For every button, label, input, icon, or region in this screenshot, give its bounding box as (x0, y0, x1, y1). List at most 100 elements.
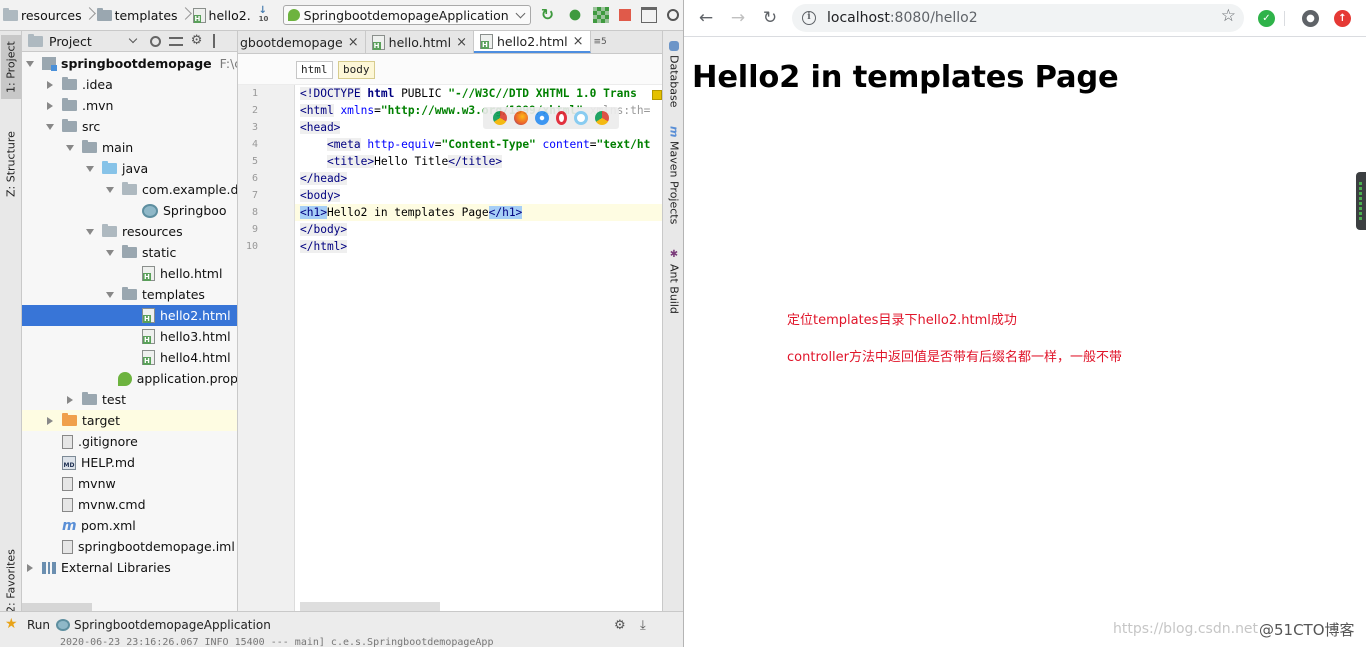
expand-arrow-icon[interactable] (86, 165, 94, 172)
tree-item[interactable]: com.example.de (22, 179, 237, 200)
tree-item[interactable]: target (22, 410, 237, 431)
tab-overflow-menu[interactable]: ≡ 5 (591, 31, 611, 53)
extension-shield-icon[interactable]: ✓ (1258, 10, 1275, 27)
tree-item[interactable]: resources (22, 221, 237, 242)
opera-icon[interactable] (556, 111, 568, 125)
close-icon[interactable]: × (348, 35, 359, 50)
stop-icon[interactable] (618, 9, 631, 21)
tree-item[interactable]: External Libraries (22, 557, 237, 578)
firefox-icon[interactable] (513, 111, 528, 125)
collapse-all-icon[interactable] (168, 36, 183, 46)
expand-arrow-icon[interactable] (66, 144, 74, 151)
tree-item[interactable]: hello4.html (22, 347, 237, 368)
tab-springbootdemopage[interactable]: gbootdemopage × (238, 31, 366, 53)
breadcrumb-templates[interactable]: templates (94, 0, 181, 31)
project-panel-title[interactable]: Project (49, 34, 92, 49)
tab-hello-html[interactable]: hello.html × (366, 31, 474, 53)
forward-arrow-icon[interactable]: → (727, 7, 749, 29)
tab-favorites-tool[interactable]: 2: Favorites (1, 547, 21, 615)
tree-item[interactable]: java (22, 158, 237, 179)
tree-item[interactable]: MD HELP.md (22, 452, 237, 473)
line-number: 9 (251, 224, 258, 235)
tab-structure-tool[interactable]: Z: Structure (1, 123, 21, 205)
editor-horizontal-scrollbar[interactable] (300, 602, 440, 611)
close-icon[interactable]: × (573, 34, 584, 49)
tree-item[interactable]: .idea (22, 74, 237, 95)
chevron-down-icon[interactable] (128, 34, 138, 44)
side-widget-handle[interactable] (1356, 172, 1366, 230)
search-everywhere-icon[interactable] (666, 9, 679, 21)
tree-item[interactable]: m pom.xml (22, 515, 237, 536)
tree-item[interactable]: templates (22, 284, 237, 305)
tag-breadcrumb-html[interactable]: html (296, 61, 333, 79)
safari-icon[interactable] (534, 111, 549, 125)
address-bar[interactable]: i localhost:8080/hello2 ☆ (792, 4, 1244, 32)
collapse-arrow-icon[interactable] (67, 395, 73, 404)
bookmark-star-icon[interactable]: ☆ (1221, 6, 1236, 26)
run-configuration-select[interactable]: SpringbootdemopageApplication (282, 5, 531, 25)
tree-item[interactable]: hello.html (22, 263, 237, 284)
tree-item[interactable]: src (22, 116, 237, 137)
tree-item[interactable]: mvnw.cmd (22, 494, 237, 515)
tab-project-tool[interactable]: 1: Project (1, 35, 21, 99)
tree-item[interactable]: mvnw (22, 473, 237, 494)
tree-item[interactable]: static (22, 242, 237, 263)
chrome-icon[interactable] (492, 111, 507, 125)
expand-arrow-icon[interactable] (26, 60, 34, 67)
navigation-bar: resources templates hello2. ↓10 Springbo… (0, 0, 683, 31)
tree-item[interactable]: test (22, 389, 237, 410)
tag-breadcrumb-body[interactable]: body (338, 61, 375, 79)
reload-icon[interactable]: ↻ (759, 7, 781, 29)
settings-gear-icon[interactable]: ⚙ (614, 618, 626, 633)
breadcrumb-resources[interactable]: resources (0, 0, 85, 31)
hide-panel-icon[interactable] (212, 34, 227, 48)
tree-item[interactable]: .gitignore (22, 431, 237, 452)
back-arrow-icon[interactable]: ← (695, 7, 717, 29)
code-editor[interactable]: <!DOCTYPE html PUBLIC "-//W3C//DTD XHTML… (295, 85, 662, 611)
collapse-arrow-icon[interactable] (47, 416, 53, 425)
rerun-icon[interactable]: ↻ (541, 7, 557, 23)
tool-tab-label: 1: Project (4, 41, 18, 93)
expand-arrow-icon[interactable] (106, 186, 114, 193)
code-line: <head> (300, 121, 341, 134)
tree-item[interactable]: Springboo (22, 200, 237, 221)
chromium-icon[interactable] (595, 111, 610, 125)
close-icon[interactable]: × (456, 35, 467, 50)
tree-item[interactable]: hello2.html (22, 305, 237, 326)
site-info-icon[interactable]: i (802, 11, 816, 25)
tab-ant-tool[interactable]: ✱ Ant Build (665, 249, 683, 329)
tab-database-tool[interactable]: Database (665, 41, 683, 109)
debug-bug-icon[interactable] (566, 7, 583, 23)
tree-item[interactable]: hello3.html (22, 326, 237, 347)
collapse-arrow-icon[interactable] (47, 80, 53, 89)
settings-gear-icon[interactable]: ⚙ (191, 34, 205, 48)
expand-arrow-icon[interactable] (46, 123, 54, 130)
scroll-from-source-icon[interactable] (149, 35, 161, 47)
coverage-icon[interactable] (592, 7, 609, 23)
sort-download-icon[interactable]: ↓ 10 (259, 6, 273, 24)
warning-marker-icon[interactable] (652, 90, 662, 100)
expand-arrow-icon[interactable] (106, 291, 114, 298)
breadcrumb-hello2[interactable]: hello2. (190, 0, 254, 31)
tab-hello2-html[interactable]: hello2.html × (473, 31, 591, 53)
favorites-star-icon[interactable]: ★ (5, 616, 18, 632)
tree-item[interactable]: application.prop (22, 368, 237, 389)
tree-item[interactable]: main (22, 137, 237, 158)
tree-horizontal-scrollbar[interactable] (22, 603, 92, 611)
collapse-arrow-icon[interactable] (27, 563, 33, 572)
expand-arrow-icon[interactable] (86, 228, 94, 235)
hide-panel-icon[interactable]: ⤓ (640, 618, 646, 633)
profile-avatar-icon[interactable]: ● (1302, 10, 1319, 27)
tree-item[interactable]: springbootdemopage.iml (22, 536, 237, 557)
run-tool-window-tab[interactable]: Run SpringbootdemopageApplication (27, 618, 271, 632)
tree-item[interactable]: springbootdemopage F:\csd (22, 53, 237, 74)
internet-explorer-icon[interactable] (574, 111, 589, 125)
collapse-arrow-icon[interactable] (47, 101, 53, 110)
update-alert-icon[interactable]: ↑ (1334, 10, 1351, 27)
project-structure-icon[interactable] (640, 7, 657, 23)
tab-maven-tool[interactable]: m Maven Projects (665, 126, 683, 236)
tree-item[interactable]: .mvn (22, 95, 237, 116)
expand-arrow-icon[interactable] (106, 249, 114, 256)
ant-icon: ✱ (668, 249, 680, 260)
spring-boot-icon (287, 9, 300, 21)
